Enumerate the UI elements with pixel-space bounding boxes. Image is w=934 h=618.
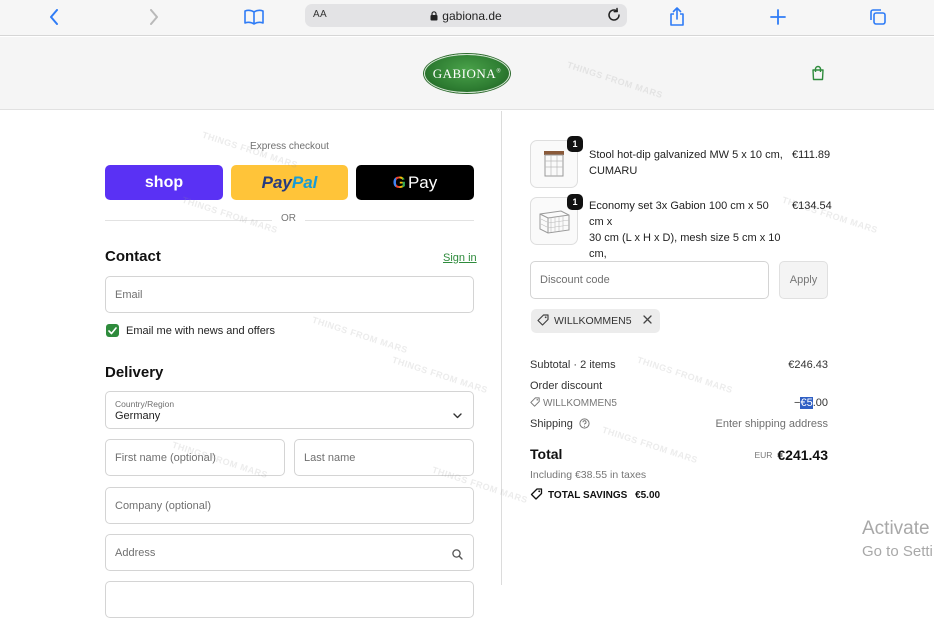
info-icon[interactable] — [579, 418, 590, 432]
google-pay-button[interactable]: G Pay — [356, 165, 474, 200]
applied-discount-chip: WILLKOMMEN5 — [531, 309, 660, 333]
lock-icon — [430, 10, 438, 24]
country-label: Country/Region — [115, 399, 175, 409]
address-bar[interactable]: AA gabiona.de — [305, 4, 627, 27]
order-discount-row: Order discount — [530, 380, 828, 392]
item-name-line: CUMARU — [589, 165, 638, 177]
google-g-icon: G — [392, 172, 406, 192]
shop-pay-button[interactable]: shop — [105, 165, 223, 200]
activation-line-1: Activate — [862, 518, 930, 539]
checkout-form: Express checkout shop Pay Pal G Pay OR Con… — [0, 111, 502, 618]
windows-activation-overlay: Activate Go to Setti — [862, 517, 933, 563]
forward-icon[interactable] — [142, 6, 166, 28]
paypal-button[interactable]: Pay Pal — [231, 165, 348, 200]
address-placeholder: Address — [115, 546, 156, 559]
discount-value-suffix: .00 — [812, 397, 828, 409]
tabs-overview-icon[interactable] — [866, 6, 890, 28]
contact-heading: Contact — [105, 248, 161, 265]
total-savings-row: TOTAL SAVINGS €5.00 — [530, 488, 828, 503]
chevron-down-icon — [453, 406, 462, 424]
sign-in-link[interactable]: Sign in — [443, 252, 477, 264]
currency-code: EUR — [754, 450, 773, 460]
share-icon[interactable] — [665, 6, 689, 28]
subtotal-value: €246.43 — [788, 359, 828, 371]
store-header: GABIONA® — [0, 37, 934, 110]
applied-code-label: WILLKOMMEN5 — [554, 315, 632, 327]
discount-value: −€5.00 — [794, 397, 828, 409]
last-name-placeholder: Last name — [304, 451, 356, 464]
total-savings-value: €5.00 — [635, 490, 661, 501]
email-field[interactable]: Email — [105, 276, 474, 313]
discount-code-row: WILLKOMMEN5 −€5.00 — [530, 397, 828, 410]
quantity-badge: 1 — [567, 194, 583, 210]
remove-discount-icon[interactable] — [642, 315, 652, 327]
logo-registered: ® — [496, 68, 502, 75]
tag-icon — [530, 488, 543, 503]
quantity-badge: 1 — [567, 136, 583, 152]
total-row: Total EUR €241.43 — [530, 446, 828, 466]
item-name: Stool hot-dip galvanized MW 5 x 10 cm, C… — [589, 147, 784, 179]
paypal-label-pay: Pay — [261, 172, 292, 192]
total-savings-label: TOTAL SAVINGS — [548, 490, 628, 501]
delivery-heading: Delivery — [105, 364, 164, 381]
item-name-line: Economy set 3x Gabion 100 cm x 50 cm x — [589, 200, 769, 228]
tag-icon — [530, 397, 540, 410]
discount-code-placeholder: Discount code — [540, 274, 610, 286]
discount-value-selected: €5 — [800, 397, 813, 409]
country-select[interactable]: Country/Region Germany — [105, 391, 474, 429]
discount-code-label: WILLKOMMEN5 — [543, 398, 617, 409]
first-name-placeholder: First name (optional) — [115, 451, 216, 464]
company-field[interactable]: Company (optional) — [105, 487, 474, 524]
logo-text: GABIONA — [432, 65, 497, 81]
subtotal-label: Subtotal · 2 items — [530, 359, 616, 371]
company-placeholder: Company (optional) — [115, 499, 211, 512]
last-name-field[interactable]: Last name — [294, 439, 474, 476]
shipping-row: Shipping Enter shipping address — [530, 418, 828, 432]
shop-pay-label: shop — [144, 173, 184, 191]
first-name-field[interactable]: First name (optional) — [105, 439, 285, 476]
email-placeholder: Email — [115, 288, 143, 301]
newsletter-checkbox[interactable] — [106, 324, 119, 337]
shopping-bag-icon[interactable] — [810, 65, 826, 86]
next-field[interactable] — [105, 581, 474, 618]
apply-button[interactable]: Apply — [779, 261, 828, 299]
paypal-label-pal: Pal — [291, 172, 318, 192]
address-field[interactable]: Address — [105, 534, 474, 571]
item-price: €134.54 — [792, 200, 832, 212]
item-name-line: Stool hot-dip galvanized MW 5 x 10 cm, — [589, 149, 783, 161]
or-separator: OR — [272, 213, 305, 224]
reload-icon[interactable] — [606, 7, 622, 28]
total-label: Total — [530, 446, 563, 462]
gabiona-logo[interactable]: GABIONA® — [424, 54, 510, 93]
discount-code-field[interactable]: Discount code — [530, 261, 769, 299]
checkmark-icon — [108, 326, 117, 334]
newsletter-label[interactable]: Email me with news and offers — [126, 325, 275, 337]
total-value-group: EUR €241.43 — [754, 447, 828, 463]
item-price: €111.89 — [792, 149, 831, 161]
url-display[interactable]: gabiona.de — [305, 9, 627, 24]
activation-line-2: Go to Setti — [862, 543, 933, 560]
total-value: €241.43 — [777, 447, 828, 463]
browser-toolbar: AA gabiona.de — [0, 0, 934, 36]
item-name-line: 30 cm (L x H x D), mesh size 5 cm x 10 c… — [589, 232, 781, 260]
new-tab-icon[interactable] — [766, 6, 790, 28]
shipping-value: Enter shipping address — [715, 418, 828, 430]
url-text: gabiona.de — [442, 9, 502, 23]
express-checkout-title: Express checkout — [250, 141, 329, 152]
order-discount-label: Order discount — [530, 380, 603, 392]
country-value: Germany — [115, 410, 161, 422]
google-pay-label: Pay — [407, 172, 438, 192]
back-icon[interactable] — [42, 6, 66, 28]
bookmarks-icon[interactable] — [242, 6, 266, 28]
taxes-note: Including €38.55 in taxes — [530, 469, 647, 481]
tag-icon — [537, 313, 549, 329]
shipping-label: Shipping — [530, 418, 573, 430]
search-icon — [452, 547, 463, 565]
subtotal-row: Subtotal · 2 items €246.43 — [530, 359, 828, 371]
